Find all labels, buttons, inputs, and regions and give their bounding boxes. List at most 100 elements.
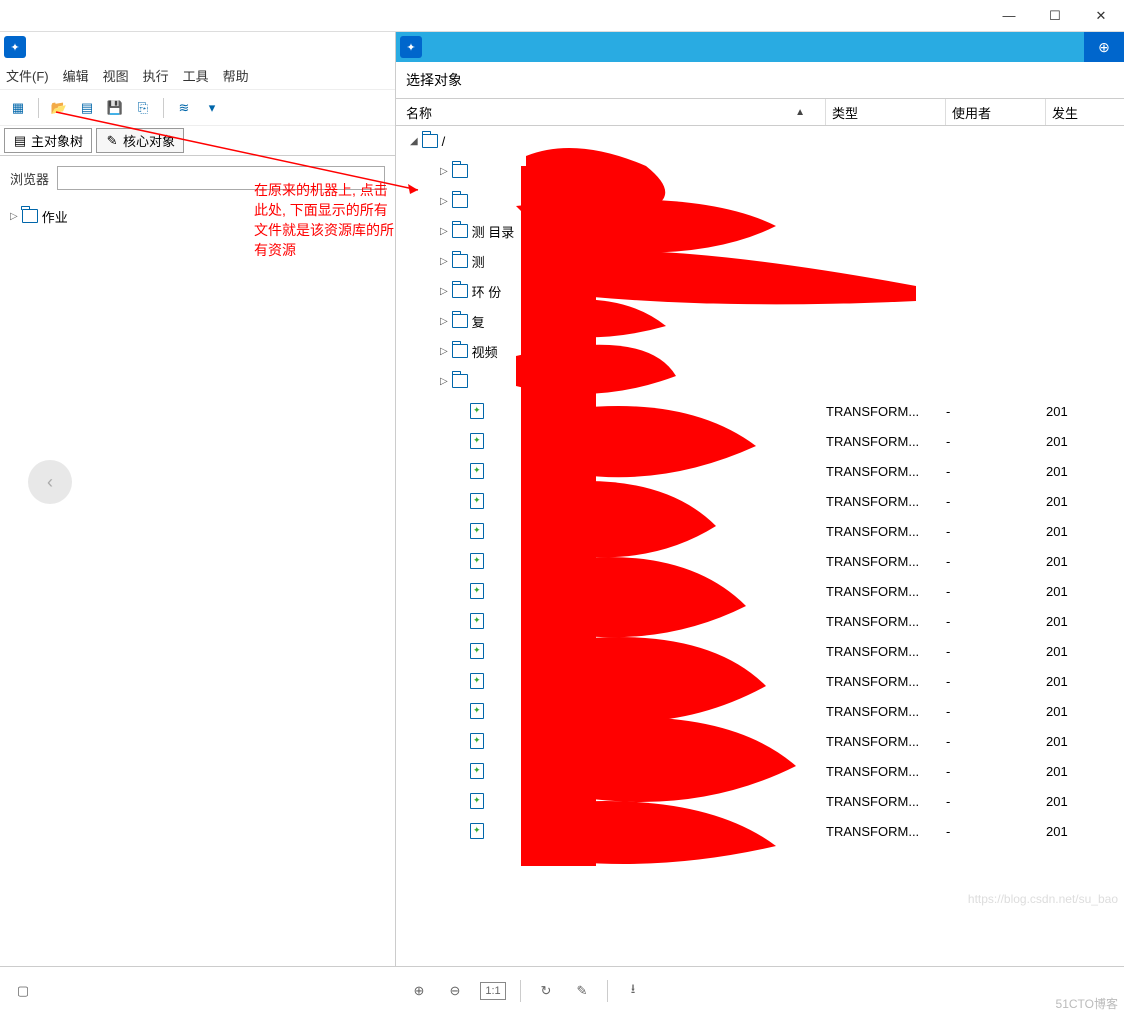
folder-icon xyxy=(452,344,468,358)
folder-row[interactable]: ▷ 测 xyxy=(396,246,1124,276)
toolbar: ▦ 📂 ▤ 💾 ⎘ ≋ ▾ xyxy=(0,90,395,126)
tab-core[interactable]: ✎ 核心对象 xyxy=(96,128,184,153)
dialog-pane: ✦ ⊕ 选择对象 名称 ▲ 类型 使用者 发生 ◢ /▷ ▷ ▷ 测 目录▷ 测… xyxy=(395,32,1124,966)
column-date[interactable]: 发生 xyxy=(1046,99,1124,125)
left-tabs: ▤ 主对象树 ✎ 核心对象 xyxy=(0,126,395,156)
folder-row[interactable]: ▷ 复 xyxy=(396,306,1124,336)
transformation-file-icon xyxy=(470,733,484,749)
folder-icon xyxy=(452,164,468,178)
nav-back-button[interactable]: ‹ xyxy=(28,460,72,504)
browser-label: 浏览器 xyxy=(10,169,49,188)
tree-root-row[interactable]: ◢ / xyxy=(396,126,1124,156)
edit-icon[interactable]: ✎ xyxy=(571,980,593,1002)
transformation-file-icon xyxy=(470,643,484,659)
transformation-file-icon xyxy=(470,703,484,719)
zoom-out-icon[interactable]: ⊖ xyxy=(444,980,466,1002)
file-row[interactable]: TRANSFORM...-201 xyxy=(396,576,1124,606)
folder-icon xyxy=(452,224,468,238)
column-type[interactable]: 类型 xyxy=(826,99,946,125)
expander-icon[interactable]: ▷ xyxy=(440,376,452,387)
menu-edit[interactable]: 编辑 xyxy=(63,66,89,85)
expander-icon[interactable]: ◢ xyxy=(410,136,422,147)
column-user[interactable]: 使用者 xyxy=(946,99,1046,125)
file-row[interactable]: TRANSFORM...-201 xyxy=(396,816,1124,846)
list-icon[interactable]: ▤ xyxy=(77,98,97,118)
transformation-file-icon xyxy=(470,793,484,809)
new-icon[interactable]: ▦ xyxy=(8,98,28,118)
save-icon[interactable]: 💾 xyxy=(105,98,125,118)
saveas-icon[interactable]: ⎘ xyxy=(133,98,153,118)
dropdown-icon[interactable]: ▾ xyxy=(202,98,222,118)
transformation-file-icon xyxy=(470,463,484,479)
transformation-file-icon xyxy=(470,403,484,419)
transformation-file-icon xyxy=(470,673,484,689)
tree-item-label: 作业 xyxy=(42,207,68,226)
tab-main-tree[interactable]: ▤ 主对象树 xyxy=(4,128,92,153)
expander-icon[interactable]: ▷ xyxy=(440,256,452,267)
layers-icon[interactable]: ≋ xyxy=(174,98,194,118)
file-row[interactable]: TRANSFORM...-201 xyxy=(396,636,1124,666)
download-icon[interactable]: ⭳ xyxy=(622,980,644,1002)
column-name[interactable]: 名称 ▲ xyxy=(396,99,826,125)
file-row[interactable]: TRANSFORM...-201 xyxy=(396,726,1124,756)
folder-icon xyxy=(422,134,438,148)
menu-tools[interactable]: 工具 xyxy=(183,66,209,85)
menu-view[interactable]: 视图 xyxy=(103,66,129,85)
expander-icon[interactable]: ▷ xyxy=(440,286,452,297)
dialog-app-icon: ✦ xyxy=(400,36,422,58)
app-icon: ✦ xyxy=(4,36,26,58)
folder-icon xyxy=(452,284,468,298)
expander-icon[interactable]: ▷ xyxy=(440,166,452,177)
file-row[interactable]: TRANSFORM...-201 xyxy=(396,756,1124,786)
sort-asc-icon: ▲ xyxy=(795,107,805,118)
table-head: 名称 ▲ 类型 使用者 发生 xyxy=(396,98,1124,126)
file-row[interactable]: TRANSFORM...-201 xyxy=(396,396,1124,426)
menubar: 文件(F) 编辑 视图 执行 工具 帮助 xyxy=(0,62,395,90)
folder-row[interactable]: ▷ xyxy=(396,156,1124,186)
folder-row[interactable]: ▷ xyxy=(396,366,1124,396)
folder-icon xyxy=(452,194,468,208)
menu-run[interactable]: 执行 xyxy=(143,66,169,85)
dialog-tab-icon[interactable]: ⊕ xyxy=(1084,32,1124,62)
folder-row[interactable]: ▷ 测 目录 xyxy=(396,216,1124,246)
menu-file[interactable]: 文件(F) xyxy=(6,66,49,85)
expander-icon[interactable]: ▷ xyxy=(440,226,452,237)
layout-icon[interactable]: ▢ xyxy=(12,980,34,1002)
file-row[interactable]: TRANSFORM...-201 xyxy=(396,786,1124,816)
table-body: ◢ /▷ ▷ ▷ 测 目录▷ 测▷ 环 份▷ 复▷ 视频▷ TRANSFORM.… xyxy=(396,126,1124,966)
transformation-file-icon xyxy=(470,493,484,509)
folder-row[interactable]: ▷ xyxy=(396,186,1124,216)
folder-icon xyxy=(452,314,468,328)
file-row[interactable]: TRANSFORM...-201 xyxy=(396,696,1124,726)
transformation-file-icon xyxy=(470,613,484,629)
file-row[interactable]: TRANSFORM...-201 xyxy=(396,426,1124,456)
open-icon[interactable]: 📂 xyxy=(49,98,69,118)
folder-icon xyxy=(452,254,468,268)
folder-row[interactable]: ▷ 环 份 xyxy=(396,276,1124,306)
zoom-in-icon[interactable]: ⊕ xyxy=(408,980,430,1002)
folder-icon xyxy=(452,374,468,388)
maximize-button[interactable]: ☐ xyxy=(1032,0,1078,32)
transformation-file-icon xyxy=(470,583,484,599)
file-row[interactable]: TRANSFORM...-201 xyxy=(396,606,1124,636)
transformation-file-icon xyxy=(470,823,484,839)
tree-expander-icon[interactable]: ▷ xyxy=(10,211,18,222)
zoom-reset-button[interactable]: 1:1 xyxy=(480,982,506,1000)
close-button[interactable]: ✕ xyxy=(1078,0,1124,32)
file-row[interactable]: TRANSFORM...-201 xyxy=(396,666,1124,696)
refresh-icon[interactable]: ↻ xyxy=(535,980,557,1002)
expander-icon[interactable]: ▷ xyxy=(440,196,452,207)
file-row[interactable]: TRANSFORM...-201 xyxy=(396,486,1124,516)
expander-icon[interactable]: ▷ xyxy=(440,316,452,327)
folder-row[interactable]: ▷ 视频 xyxy=(396,336,1124,366)
minimize-button[interactable]: — xyxy=(986,0,1032,32)
pencil-icon: ✎ xyxy=(105,134,119,148)
tree-icon: ▤ xyxy=(13,134,27,148)
file-row[interactable]: TRANSFORM...-201 xyxy=(396,516,1124,546)
file-row[interactable]: TRANSFORM...-201 xyxy=(396,546,1124,576)
left-pane: ✦ 文件(F) 编辑 视图 执行 工具 帮助 ▦ 📂 ▤ 💾 ⎘ ≋ ▾ ▤ 主… xyxy=(0,32,395,966)
menu-help[interactable]: 帮助 xyxy=(223,66,249,85)
file-row[interactable]: TRANSFORM...-201 xyxy=(396,456,1124,486)
expander-icon[interactable]: ▷ xyxy=(440,346,452,357)
transformation-file-icon xyxy=(470,523,484,539)
